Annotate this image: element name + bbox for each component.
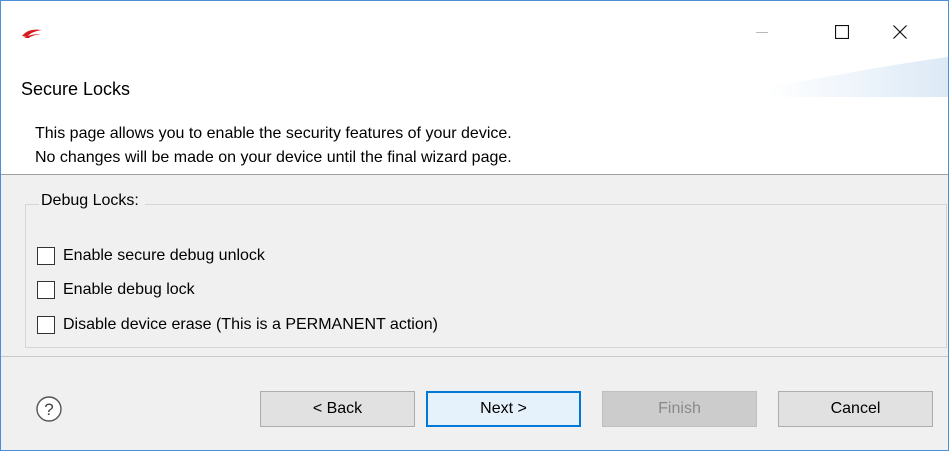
secure-debug-unlock-option[interactable]: Enable secure debug unlock xyxy=(37,245,265,267)
wizard-content: Debug Locks: Enable secure debug unlock … xyxy=(9,175,947,355)
svg-text:?: ? xyxy=(44,400,53,419)
maximize-button[interactable] xyxy=(819,19,865,49)
close-button[interactable] xyxy=(877,19,923,49)
wizard-window: Secure Locks This page allows you to ena… xyxy=(0,0,949,451)
cancel-button[interactable]: Cancel xyxy=(778,391,933,427)
close-icon xyxy=(893,25,907,39)
back-button[interactable]: < Back xyxy=(260,391,415,427)
wizard-header: Secure Locks This page allows you to ena… xyxy=(1,57,948,175)
checkbox-label: Disable device erase (This is a PERMANEN… xyxy=(63,316,438,333)
description-line: This page allows you to enable the secur… xyxy=(35,125,512,142)
page-description: This page allows you to enable the secur… xyxy=(35,122,512,170)
next-button[interactable]: Next > xyxy=(426,391,581,427)
help-icon[interactable]: ? xyxy=(35,395,63,423)
minimize-icon xyxy=(756,32,768,33)
description-line: No changes will be made on your device u… xyxy=(35,149,512,166)
disable-device-erase-option[interactable]: Disable device erase (This is a PERMANEN… xyxy=(37,314,438,336)
disable-device-erase-checkbox[interactable] xyxy=(37,316,55,334)
secure-debug-unlock-checkbox[interactable] xyxy=(37,247,55,265)
footer-separator xyxy=(1,356,948,357)
finish-button[interactable]: Finish xyxy=(602,391,757,427)
debug-locks-label: Debug Locks: xyxy=(39,192,145,210)
checkbox-label: Enable secure debug unlock xyxy=(63,247,265,264)
maximize-icon xyxy=(835,25,849,39)
silicon-labs-logo-icon xyxy=(22,29,42,38)
checkbox-label: Enable debug lock xyxy=(63,281,195,298)
page-title: Secure Locks xyxy=(21,79,131,99)
minimize-button[interactable] xyxy=(739,19,785,49)
debug-lock-checkbox[interactable] xyxy=(37,281,55,299)
debug-lock-option[interactable]: Enable debug lock xyxy=(37,279,195,301)
banner-graphic xyxy=(768,57,948,97)
